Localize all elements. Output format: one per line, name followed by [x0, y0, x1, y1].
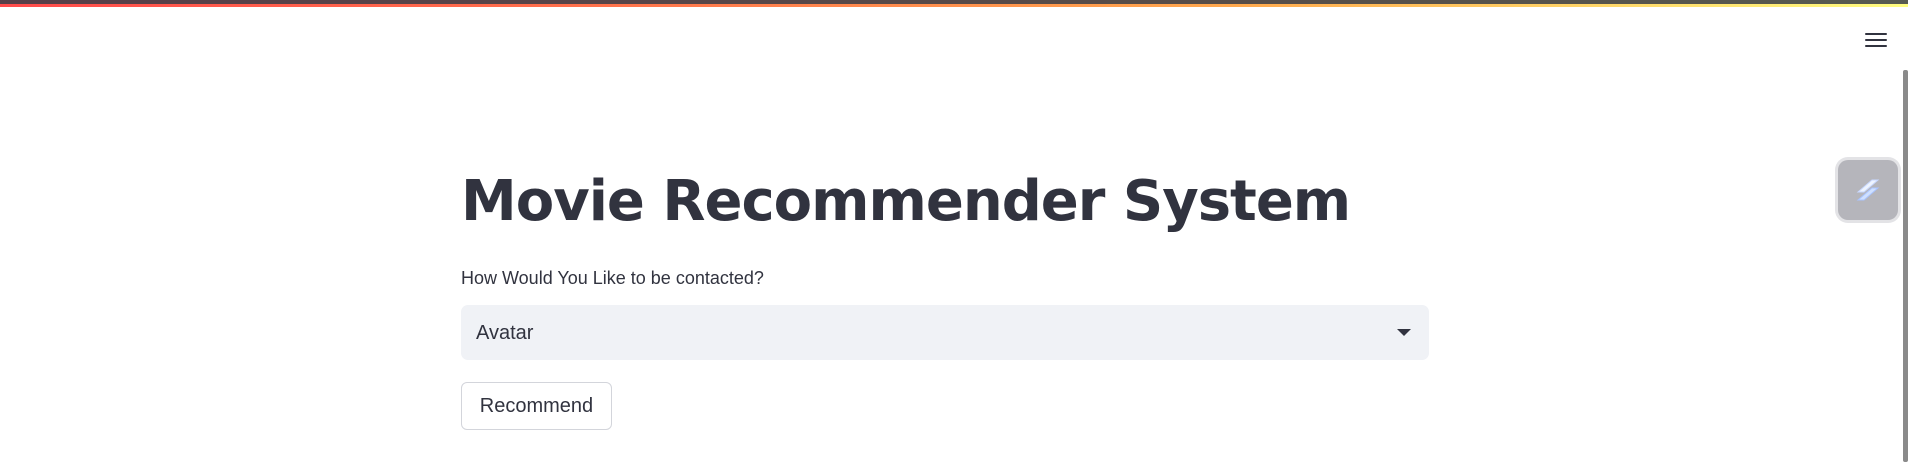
caret-down-icon[interactable] [1397, 329, 1411, 336]
page-title: Movie Recommender System [461, 169, 1351, 234]
select-value: Avatar [476, 322, 534, 344]
hamburger-menu-icon[interactable] [1862, 30, 1890, 54]
recommend-button[interactable]: Recommend [461, 382, 612, 430]
page-scrollbar[interactable] [1903, 70, 1908, 462]
streamlit-logo-button[interactable] [1838, 160, 1898, 220]
header-decoration-shade [0, 0, 1908, 4]
movie-select[interactable]: Avatar [461, 305, 1429, 360]
select-label: How Would You Like to be contacted? [461, 268, 764, 288]
streamlit-logo-icon [1856, 179, 1880, 201]
